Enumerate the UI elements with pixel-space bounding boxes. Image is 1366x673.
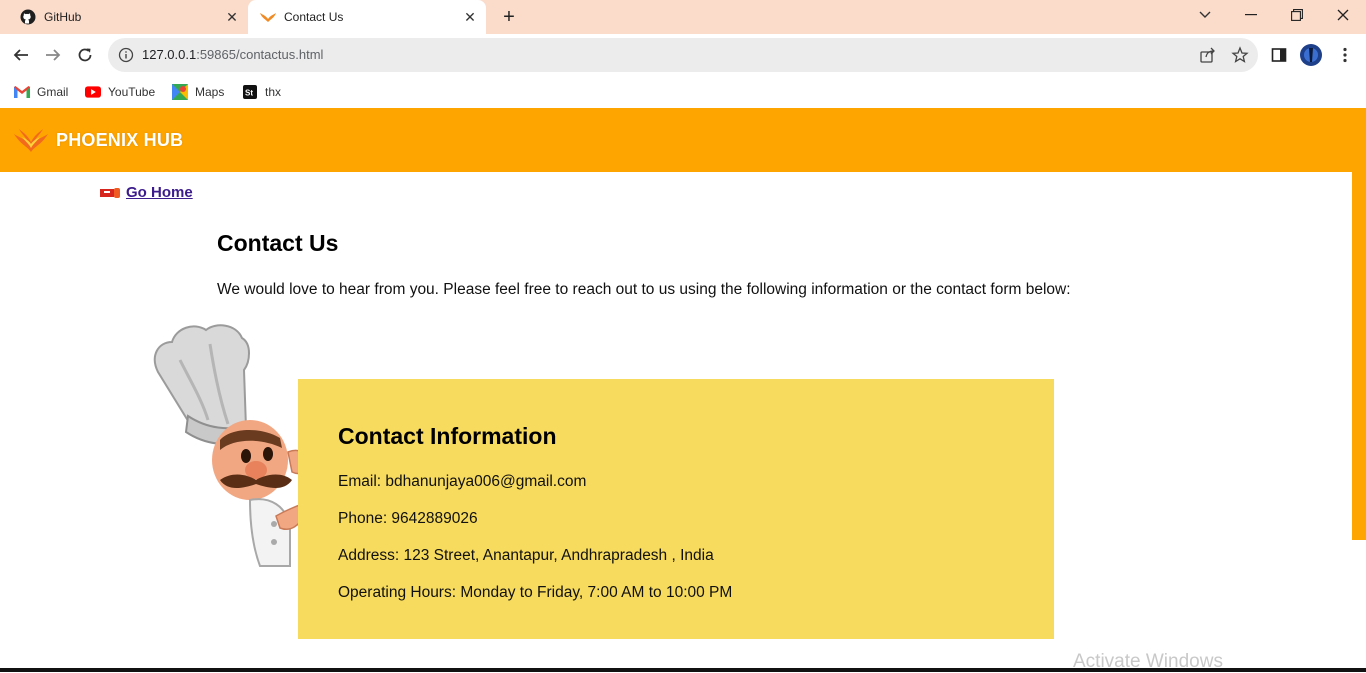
maps-icon (172, 84, 188, 100)
page-title: Contact Us (217, 230, 339, 256)
bookmark-gmail[interactable]: Gmail (14, 82, 68, 102)
phoenix-logo-icon (14, 129, 48, 152)
go-home-link[interactable]: Go Home (100, 184, 193, 201)
bookmark-maps-label: Maps (195, 85, 225, 99)
contact-email: Email: bdhanunjaya006@gmail.com (338, 473, 587, 490)
taskbar-edge (0, 668, 1366, 672)
youtube-icon (85, 84, 101, 100)
tab-github[interactable]: GitHub ✕ (8, 0, 248, 34)
reload-icon[interactable] (70, 40, 100, 70)
contact-info-heading: Contact Information (338, 423, 557, 449)
contact-address: Address: 123 Street, Anantapur, Andhrapr… (338, 547, 714, 564)
side-panel-icon[interactable] (1268, 44, 1290, 66)
contact-info-box: Contact Information Email: bdhanunjaya00… (298, 379, 1054, 639)
phoenix-icon (260, 9, 276, 25)
restore-icon[interactable] (1274, 0, 1320, 30)
back-arrow-icon[interactable] (6, 40, 36, 70)
tab-github-title: GitHub (44, 10, 82, 24)
github-icon (20, 9, 36, 25)
more-menu-icon[interactable] (1334, 44, 1356, 66)
close-icon[interactable]: ✕ (460, 7, 480, 27)
bookmark-youtube[interactable]: YouTube (85, 82, 155, 102)
tab-strip: GitHub ✕ Contact Us ✕ + (0, 0, 1366, 34)
contact-hours: Operating Hours: Monday to Friday, 7:00 … (338, 584, 733, 601)
gmail-icon (14, 84, 30, 100)
bookmark-maps[interactable]: Maps (172, 82, 224, 102)
brand[interactable]: PHOENIX HUB (12, 126, 183, 154)
minimize-icon[interactable] (1228, 0, 1274, 30)
bookmark-gmail-label: Gmail (37, 85, 69, 99)
tab-contact-us[interactable]: Contact Us ✕ (248, 0, 486, 34)
forward-arrow-icon[interactable] (38, 40, 68, 70)
bookmark-thx[interactable]: St thx (242, 82, 281, 102)
browser-toolbar: 127.0.0.1:59865/contactus.html (0, 34, 1366, 76)
page-scrollbar[interactable] (1352, 172, 1366, 540)
tab-contact-us-title: Contact Us (284, 10, 344, 24)
close-window-icon[interactable] (1320, 0, 1366, 30)
bookmark-youtube-label: YouTube (108, 85, 156, 99)
new-tab-button[interactable]: + (498, 6, 520, 28)
url-text: 127.0.0.1:59865/contactus.html (142, 47, 323, 62)
address-bar[interactable]: 127.0.0.1:59865/contactus.html (108, 38, 1258, 72)
tab-search-chevron-icon[interactable] (1182, 0, 1228, 30)
st-icon: St (242, 84, 258, 100)
site-info-icon[interactable] (118, 47, 134, 63)
pointing-hand-icon (100, 187, 120, 198)
intro-text: We would love to hear from you. Please f… (217, 281, 1071, 298)
bookmarks-bar: Gmail YouTube Maps St thx (0, 76, 1366, 108)
profile-avatar[interactable] (1300, 44, 1322, 66)
url-host: 127.0.0.1 (142, 47, 197, 62)
close-icon[interactable]: ✕ (222, 7, 242, 27)
bookmark-thx-label: thx (265, 85, 282, 99)
url-path: :59865/contactus.html (196, 47, 324, 62)
brand-name: PHOENIX HUB (56, 129, 184, 150)
bookmark-star-icon[interactable] (1231, 46, 1249, 64)
svg-text:St: St (245, 89, 253, 98)
go-home-label: Go Home (126, 184, 193, 201)
contact-phone: Phone: 9642889026 (338, 510, 478, 527)
share-icon[interactable] (1199, 46, 1217, 64)
site-header: PHOENIX HUB (0, 108, 1366, 172)
